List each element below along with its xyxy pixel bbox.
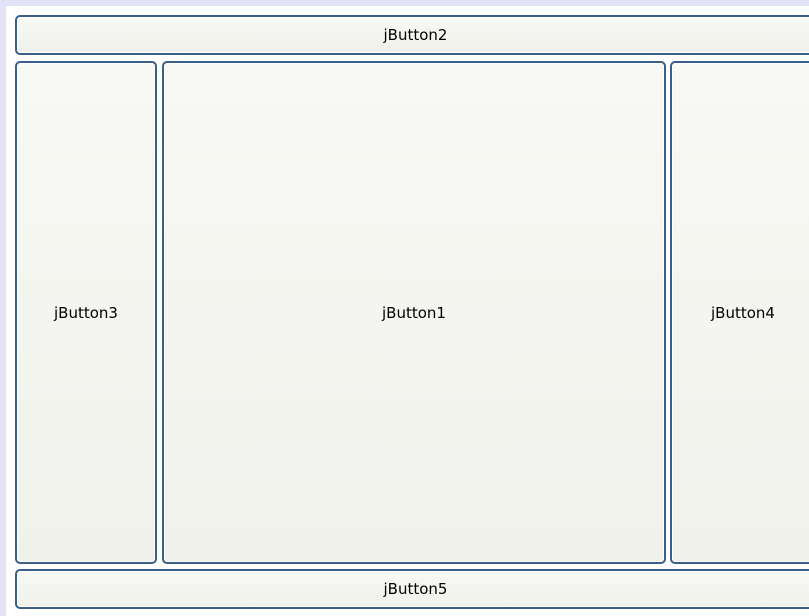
south-button[interactable]: jButton5	[15, 569, 809, 609]
south-button-label: jButton5	[383, 580, 448, 598]
west-button-label: jButton3	[54, 303, 118, 322]
east-button[interactable]: jButton4	[670, 61, 809, 564]
north-button[interactable]: jButton2	[15, 15, 809, 55]
north-button-label: jButton2	[383, 26, 448, 44]
west-button[interactable]: jButton3	[15, 61, 157, 564]
center-button[interactable]: jButton1	[162, 61, 666, 564]
center-button-label: jButton1	[382, 303, 446, 322]
east-button-label: jButton4	[711, 303, 775, 322]
